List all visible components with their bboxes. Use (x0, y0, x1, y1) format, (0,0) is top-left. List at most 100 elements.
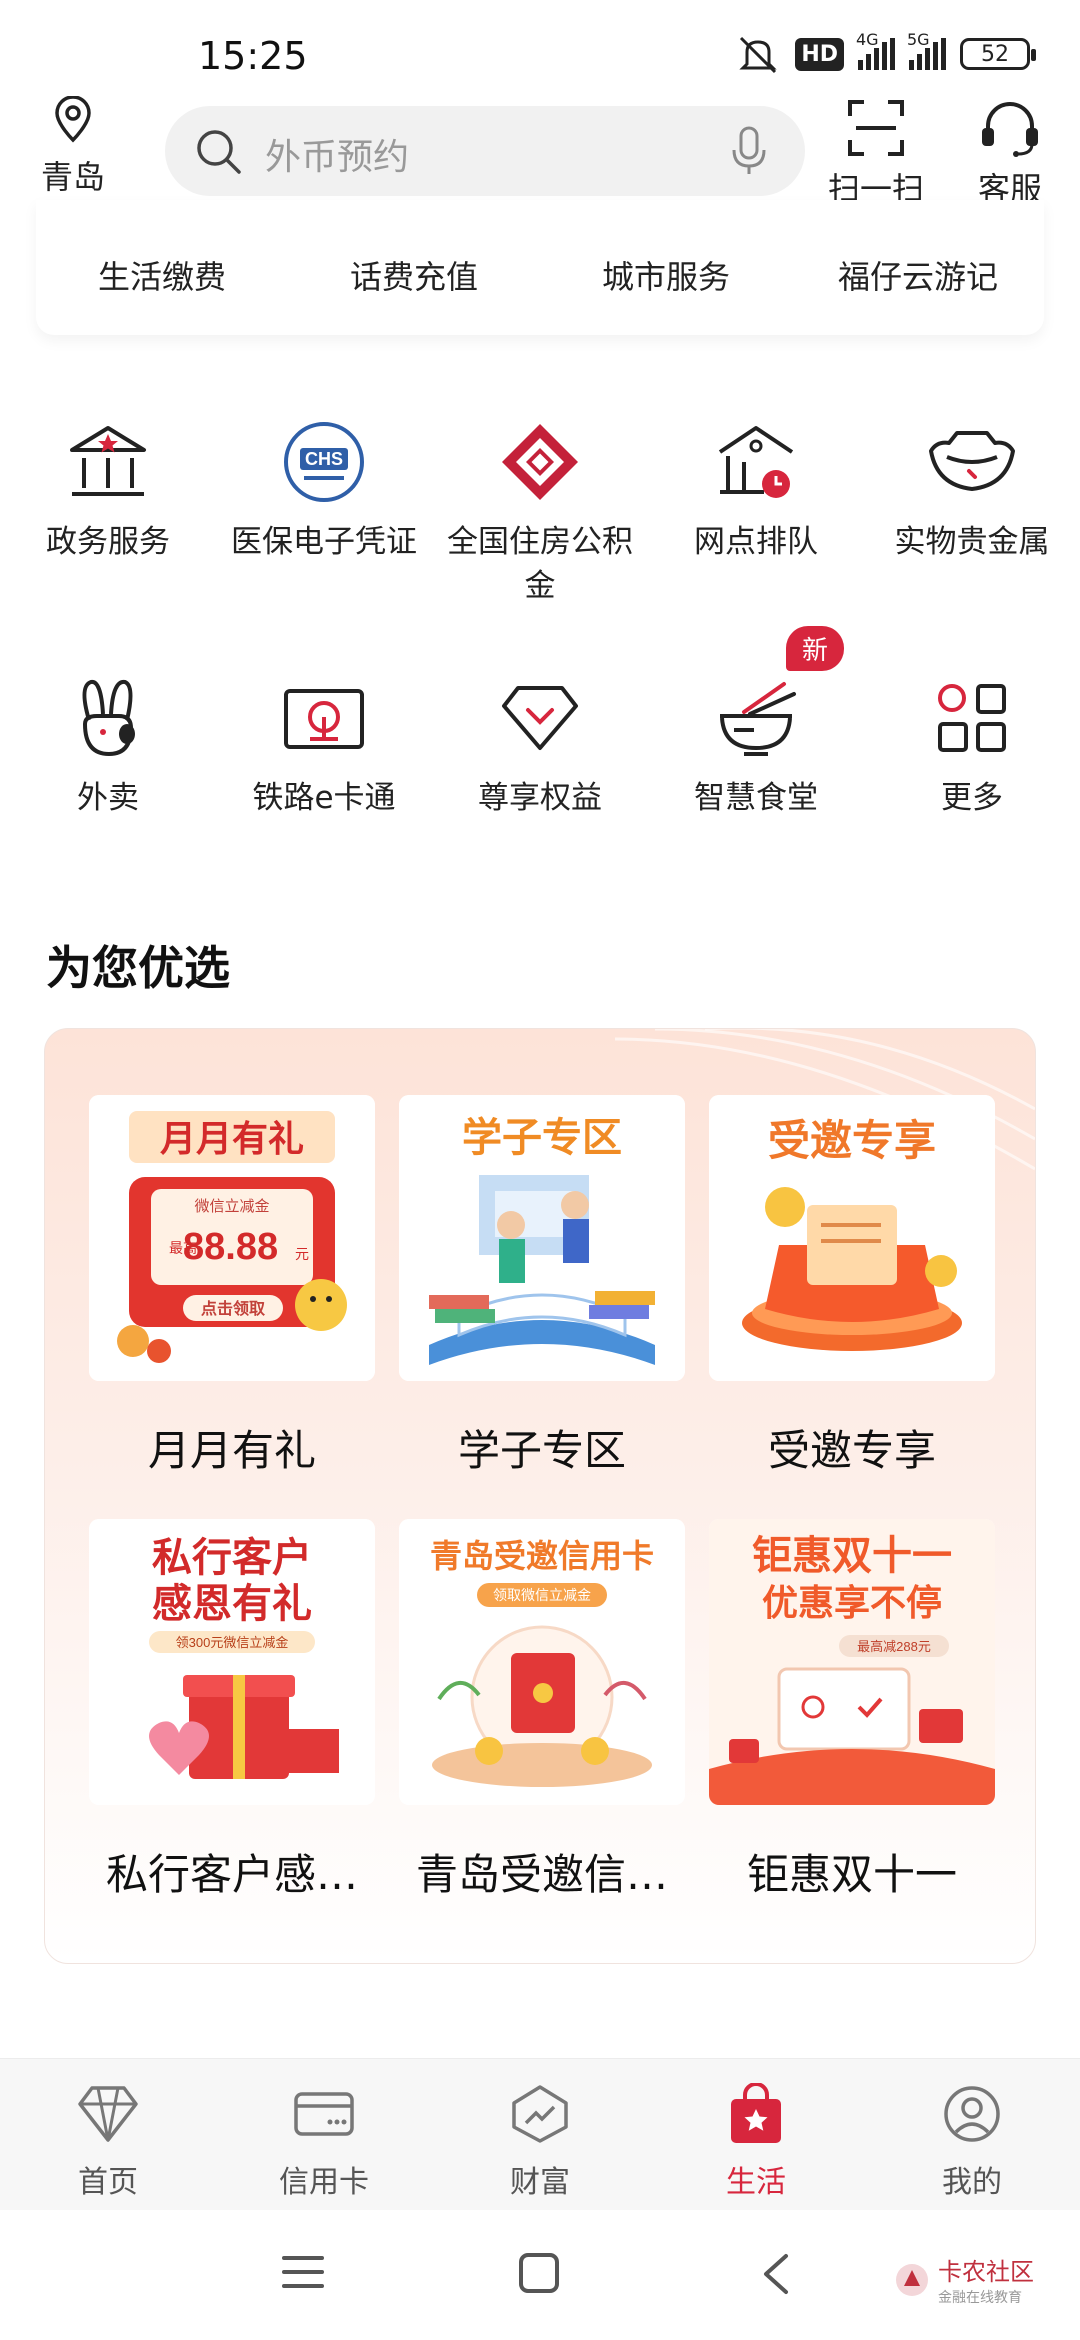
credit-card-icon (294, 2092, 354, 2136)
grid-item-takeaway[interactable]: 外卖 (0, 668, 216, 820)
promo1-sub: 微信立减金 (194, 1198, 269, 1215)
promo-student-zone-image: 学子专区 (399, 1095, 685, 1381)
promo-invited-exclusive-image: 受邀专享 (709, 1095, 995, 1381)
grid-label-branch-queue: 网点排队 (694, 524, 818, 560)
grid-item-railway-card[interactable]: 铁路e卡通 (216, 668, 432, 820)
tab-life[interactable]: 生活 (648, 2059, 864, 2210)
grid-label-medical-insurance: 医保电子凭证 (231, 524, 417, 560)
promo-caption-student-zone: 学子专区 (457, 1426, 626, 1475)
location-button[interactable]: 青岛 (28, 95, 118, 198)
promo-student-zone[interactable]: 学子专区 学子专区 (399, 1095, 685, 1478)
home-square-icon[interactable] (518, 2252, 560, 2294)
signal-5g-label: 5G (907, 30, 930, 49)
tab-home-label: 首页 (78, 2165, 138, 2200)
gold-ingot-icon (929, 431, 1015, 491)
customer-service-button[interactable]: 客服 (960, 98, 1060, 210)
headset-icon (982, 102, 1038, 157)
grid-label-government: 政务服务 (46, 524, 170, 560)
scan-button[interactable]: 扫一扫 (826, 98, 926, 210)
promo-double-eleven[interactable]: 钜惠双十一 优惠享不停 最高减288元 钜惠双十一 (709, 1519, 995, 1902)
service-bill-payment[interactable]: 生活缴费 (36, 252, 288, 298)
promo-invited-exclusive[interactable]: 受邀专享 受邀专享 (709, 1095, 995, 1478)
railway-card-icon (284, 689, 364, 749)
status-bar: 15:25 HD 4G 5G 52 (0, 0, 1080, 100)
promo-monthly-gift-image: 月月有礼 微信立减金 最高 88.88 元 点击领取 (89, 1095, 375, 1381)
grid-item-vip-benefits[interactable]: 尊享权益 (432, 668, 648, 820)
government-icon (70, 426, 146, 496)
promo-private-banking-image: 私行客户 感恩有礼 领300元微信立减金 (89, 1519, 375, 1805)
promo2-banner: 学子专区 (462, 1116, 622, 1160)
grid-label-housing-fund: 全国住房公积金 (447, 524, 633, 604)
watermark: 卡农社区 金融在线教育 (894, 2252, 1034, 2307)
promo-qingdao-credit-card[interactable]: 青岛受邀信用卡 领取微信立减金 青岛受邀信… (399, 1519, 685, 1902)
promo-caption-private-banking: 私行客户感… (105, 1850, 358, 1899)
grid-item-precious-metal[interactable]: 实物贵金属 (864, 412, 1080, 608)
grid-item-more[interactable]: 更多 (864, 668, 1080, 820)
signal-4g-icon: 4G (856, 30, 895, 70)
grid-label-takeaway: 外卖 (77, 780, 139, 816)
grid-label-smart-canteen: 智慧食堂 (694, 780, 818, 816)
promo-caption-invited-exclusive: 受邀专享 (767, 1426, 936, 1475)
bottom-navigation: 首页 信用卡 财富 生活 我的 (0, 2058, 1080, 2210)
service-phone-topup[interactable]: 话费充值 (288, 252, 540, 298)
tab-wealth-label: 财富 (510, 2165, 570, 2200)
grid-item-medical-insurance[interactable]: CHS 医保电子凭证 (216, 412, 432, 608)
promo6-sub: 最高减288元 (857, 1639, 931, 1654)
search-input[interactable]: 外币预约 (165, 106, 805, 196)
promo1-amount: 88.88 (183, 1226, 278, 1268)
section-title-recommended: 为您优选 (46, 941, 230, 995)
signal-4g-label: 4G (856, 30, 879, 49)
service-grid-row-1: 政务服务 CHS 医保电子凭证 全国住房公积金 网点排队 实物贵金属 (0, 412, 1080, 608)
promo-double-eleven-image: 钜惠双十一 优惠享不停 最高减288元 (709, 1519, 995, 1805)
new-badge: 新 (786, 626, 845, 671)
mute-icon (739, 36, 777, 74)
grid-item-smart-canteen[interactable]: 新 智慧食堂 (648, 626, 864, 820)
promo4-banner2: 感恩有礼 (152, 1582, 312, 1626)
menu-icon[interactable] (282, 2252, 324, 2292)
rabbit-icon (82, 679, 135, 757)
bowl-icon (720, 682, 796, 756)
scan-icon (848, 100, 904, 156)
service-travel[interactable]: 福仔云游记 (792, 252, 1044, 298)
promo-caption-qingdao-credit-card: 青岛受邀信… (415, 1850, 668, 1899)
tab-mine[interactable]: 我的 (864, 2059, 1080, 2210)
tab-credit-card[interactable]: 信用卡 (216, 2059, 432, 2210)
promo1-unit: 元 (295, 1246, 309, 1262)
back-icon[interactable] (760, 2252, 790, 2296)
grid-item-branch-queue[interactable]: 网点排队 (648, 412, 864, 608)
location-label: 青岛 (40, 158, 105, 196)
branch-queue-icon (718, 426, 794, 498)
promo5-sub: 领取微信立减金 (493, 1587, 591, 1603)
profile-icon (944, 2086, 1000, 2142)
system-navigation-bar: 卡农社区 金融在线教育 (0, 2212, 1080, 2340)
grid-item-housing-fund[interactable]: 全国住房公积金 (432, 412, 648, 608)
promo4-banner: 私行客户 (152, 1536, 312, 1580)
grid-more-icon (938, 684, 1006, 752)
status-time: 15:25 (198, 34, 308, 78)
grid-item-government[interactable]: 政务服务 (0, 412, 216, 608)
promo1-cta: 点击领取 (201, 1299, 265, 1318)
grid-label-railway-card: 铁路e卡通 (252, 780, 396, 816)
tab-wealth[interactable]: 财富 (432, 2059, 648, 2210)
diamond-icon (502, 686, 578, 750)
microphone-icon[interactable] (729, 124, 769, 178)
promo6-banner2: 优惠享不停 (762, 1582, 942, 1623)
promo4-sub: 领300元微信立减金 (176, 1635, 289, 1650)
tab-mine-label: 我的 (942, 2165, 1002, 2200)
promo-private-banking[interactable]: 私行客户 感恩有礼 领300元微信立减金 私行客户感… (89, 1519, 375, 1902)
grid-label-more: 更多 (941, 780, 1003, 816)
tab-home[interactable]: 首页 (0, 2059, 216, 2210)
promo-monthly-gift[interactable]: 月月有礼 微信立减金 最高 88.88 元 点击领取 月月有礼 (89, 1095, 375, 1478)
service-city[interactable]: 城市服务 (540, 252, 792, 298)
grid-label-precious-metal: 实物贵金属 (894, 524, 1050, 560)
tab-credit-card-label: 信用卡 (279, 2165, 369, 2200)
grid-label-vip-benefits: 尊享权益 (478, 780, 602, 816)
search-icon (197, 130, 241, 174)
promo5-banner: 青岛受邀信用卡 (430, 1538, 654, 1574)
watermark-title: 卡农社区 (938, 2258, 1034, 2286)
recommended-card: 月月有礼 微信立减金 最高 88.88 元 点击领取 月月有礼 学子专区 学子专… (44, 1028, 1036, 1964)
hd-badge: HD (795, 37, 844, 71)
status-icons: HD 4G 5G 52 (735, 30, 1036, 76)
app-screen: 15:25 HD 4G 5G 52 青岛 外币预约 扫一扫 客服 生活缴费 话费… (0, 0, 1080, 2340)
chs-medical-icon: CHS (284, 422, 364, 502)
